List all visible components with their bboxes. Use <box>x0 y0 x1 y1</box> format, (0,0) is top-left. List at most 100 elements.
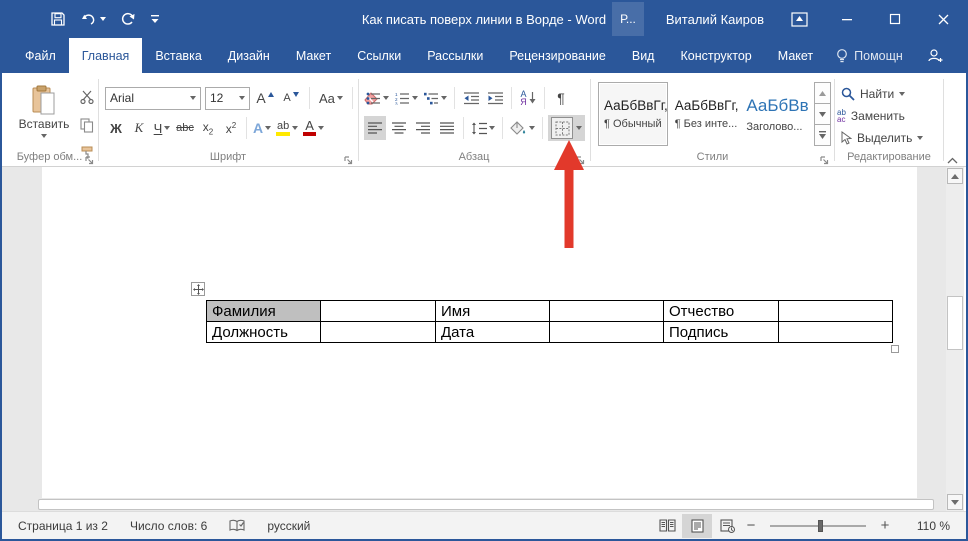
vertical-scrollbar[interactable] <box>946 167 964 511</box>
grow-font-button[interactable]: A <box>254 86 276 110</box>
bullets-dropdown-icon[interactable] <box>383 96 389 100</box>
justify-button[interactable] <box>436 116 458 140</box>
numbering-dropdown-icon[interactable] <box>412 96 418 100</box>
zoom-level[interactable]: 110 % <box>902 519 950 533</box>
minimize-button[interactable] <box>834 6 860 32</box>
tab-home[interactable]: Главная <box>69 38 143 73</box>
read-mode-button[interactable] <box>652 514 682 538</box>
horizontal-scrollbar[interactable] <box>2 498 946 511</box>
multilevel-list-button[interactable] <box>422 86 449 110</box>
zoom-out-button[interactable]: − <box>742 517 760 534</box>
shading-dropdown-icon[interactable] <box>529 126 535 130</box>
line-spacing-dropdown-icon[interactable] <box>489 126 495 130</box>
tab-table-layout[interactable]: Макет <box>765 38 826 73</box>
replace-button[interactable]: abac Заменить <box>837 106 905 126</box>
shading-button[interactable] <box>508 116 537 140</box>
font-color-button[interactable]: А <box>301 116 326 140</box>
table-cell-patronymic[interactable]: Отчество <box>664 301 779 322</box>
find-button[interactable]: Найти <box>841 84 905 104</box>
align-left-button[interactable] <box>364 116 386 140</box>
style-normal[interactable]: АаБбВвГг, ¶ Обычный <box>598 82 668 146</box>
table-cell[interactable] <box>550 301 664 322</box>
font-size-combo[interactable]: 12 <box>205 87 250 110</box>
strikethrough-button[interactable]: abc <box>174 116 196 140</box>
style-no-spacing[interactable]: АаБбВвГг, ¶ Без инте... <box>670 82 740 146</box>
paste-dropdown-icon[interactable] <box>41 134 47 138</box>
table-cell[interactable] <box>779 301 893 322</box>
show-marks-button[interactable]: ¶ <box>550 86 572 110</box>
borders-button[interactable] <box>551 117 573 139</box>
tab-view[interactable]: Вид <box>619 38 668 73</box>
decrease-indent-button[interactable] <box>460 86 482 110</box>
copy-button[interactable] <box>76 113 98 137</box>
word-count[interactable]: Число слов: 6 <box>130 519 207 533</box>
zoom-in-button[interactable]: + <box>876 517 894 534</box>
gallery-up-icon[interactable] <box>814 82 831 104</box>
tab-insert[interactable]: Вставка <box>142 38 214 73</box>
select-button[interactable]: Выделить <box>841 128 923 148</box>
tab-mailings[interactable]: Рассылки <box>414 38 496 73</box>
table-cell-firstname[interactable]: Имя <box>436 301 550 322</box>
undo-dropdown-icon[interactable] <box>100 17 106 21</box>
select-dropdown-icon[interactable] <box>917 136 923 140</box>
table-cell-signature[interactable]: Подпись <box>664 322 779 343</box>
borders-dropdown-icon[interactable] <box>576 126 582 130</box>
font-color-dropdown-icon[interactable] <box>318 126 324 130</box>
subscript-button[interactable]: x2 <box>197 116 219 140</box>
cut-button[interactable] <box>76 85 98 109</box>
find-dropdown-icon[interactable] <box>899 92 905 96</box>
table-move-handle[interactable] <box>191 282 205 296</box>
horizontal-scroll-thumb[interactable] <box>38 499 934 510</box>
page-indicator[interactable]: Страница 1 из 2 <box>18 519 108 533</box>
tab-references[interactable]: Ссылки <box>344 38 414 73</box>
ribbon-display-options-icon[interactable] <box>786 6 812 32</box>
table-cell[interactable] <box>550 322 664 343</box>
zoom-slider[interactable] <box>770 525 866 527</box>
scroll-up-icon[interactable] <box>947 168 963 184</box>
tab-file[interactable]: Файл <box>12 38 69 73</box>
scroll-down-icon[interactable] <box>947 494 963 510</box>
align-right-button[interactable] <box>412 116 434 140</box>
change-case-button[interactable]: Aa <box>317 86 345 110</box>
table-cell-surname[interactable]: Фамилия <box>207 301 321 322</box>
close-button[interactable] <box>930 6 956 32</box>
tab-table-design[interactable]: Конструктор <box>667 38 764 73</box>
table-cell-position[interactable]: Должность <box>207 322 321 343</box>
highlight-color-button[interactable]: ab <box>274 116 300 140</box>
web-layout-button[interactable] <box>712 514 742 538</box>
sort-button[interactable]: АЯ <box>517 86 539 110</box>
maximize-button[interactable] <box>882 6 908 32</box>
document-table[interactable]: Фамилия Имя Отчество Должность Дата Подп… <box>206 300 893 343</box>
customize-qat-icon[interactable] <box>150 13 160 25</box>
line-spacing-button[interactable] <box>469 116 497 140</box>
print-layout-button[interactable] <box>682 514 712 538</box>
account-badge[interactable]: Р... <box>612 2 644 36</box>
vertical-scroll-thumb[interactable] <box>947 296 963 350</box>
superscript-button[interactable]: x2 <box>220 116 242 140</box>
document-page[interactable]: Фамилия Имя Отчество Должность Дата Подп… <box>42 167 917 498</box>
underline-dropdown-icon[interactable] <box>164 126 170 130</box>
font-name-combo[interactable]: Arial <box>105 87 201 110</box>
italic-button[interactable]: К <box>128 116 150 140</box>
table-resize-handle[interactable] <box>891 345 899 353</box>
table-cell[interactable] <box>321 322 436 343</box>
zoom-slider-thumb[interactable] <box>818 520 823 532</box>
tab-review[interactable]: Рецензирование <box>496 38 619 73</box>
table-cell[interactable] <box>321 301 436 322</box>
borders-split-button[interactable] <box>548 115 585 141</box>
shrink-font-button[interactable]: A <box>280 86 302 110</box>
table-cell[interactable] <box>779 322 893 343</box>
text-effects-button[interactable]: А <box>251 116 273 140</box>
share-sign-in-button[interactable] <box>913 38 958 73</box>
language-indicator[interactable]: русский <box>267 519 310 533</box>
align-center-button[interactable] <box>388 116 410 140</box>
highlight-dropdown-icon[interactable] <box>292 126 298 130</box>
paste-button[interactable]: Вставить <box>16 85 72 151</box>
multilevel-dropdown-icon[interactable] <box>441 96 447 100</box>
numbering-button[interactable]: 123 <box>393 86 420 110</box>
gallery-more-icon[interactable] <box>814 124 831 146</box>
bold-button[interactable]: Ж <box>105 116 127 140</box>
proofing-status[interactable] <box>229 519 245 533</box>
save-icon[interactable] <box>50 11 66 27</box>
user-name[interactable]: Виталий Каиров <box>666 12 764 27</box>
